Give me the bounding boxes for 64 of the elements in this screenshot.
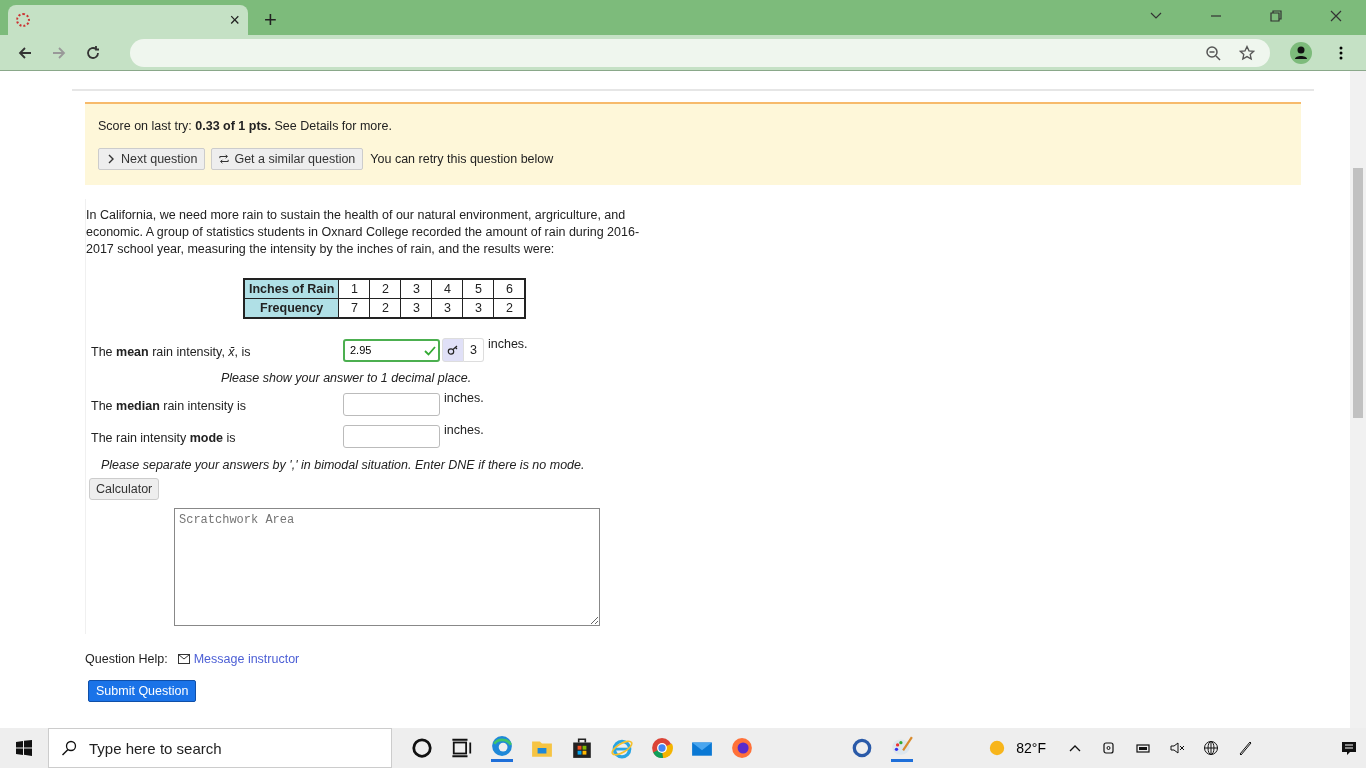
- table-cell: 4: [431, 279, 463, 299]
- site-icon: [16, 13, 30, 27]
- back-icon[interactable]: [17, 44, 33, 61]
- notification-icon[interactable]: [1341, 740, 1357, 756]
- similar-question-button[interactable]: Get a similar question: [211, 148, 364, 170]
- calculator-button[interactable]: Calculator: [89, 478, 160, 500]
- answer-label: The rain intensity mode is: [91, 430, 237, 445]
- help-label: Question Help:: [85, 652, 168, 666]
- scrollbar[interactable]: [1350, 71, 1366, 728]
- store-icon[interactable]: [571, 737, 593, 759]
- paint-palette-icon[interactable]: [891, 734, 913, 762]
- table-header-cell: Frequency: [244, 298, 339, 318]
- search-icon: [61, 740, 77, 756]
- instruction-text: Please separate your answers by ',' in bimodal situation. Enter DNE if there is no mode.: [100, 457, 586, 474]
- browser-tab[interactable]: ×: [8, 5, 248, 35]
- edge-icon[interactable]: [491, 734, 513, 762]
- hint-text: Please show your answer to 1 decimal place.: [220, 370, 473, 387]
- table-header-cell: Inches of Rain: [244, 279, 339, 299]
- close-icon[interactable]: [1329, 9, 1343, 23]
- new-tab-button[interactable]: +: [264, 9, 277, 31]
- firefox-icon[interactable]: [731, 737, 753, 759]
- answer-label: The median rain intensity is: [91, 398, 247, 413]
- answer-key: 3: [464, 338, 484, 362]
- table-cell: 1: [338, 279, 370, 299]
- zoom-out-icon[interactable]: [1205, 44, 1221, 61]
- next-question-button[interactable]: Next question: [98, 148, 206, 170]
- star-icon[interactable]: [1239, 44, 1255, 61]
- table-cell: 2: [369, 279, 401, 299]
- mail-icon: [177, 654, 190, 664]
- task-view-icon[interactable]: [451, 737, 473, 759]
- taskbar-search-field[interactable]: Type here to search: [48, 728, 392, 768]
- table-cell: 3: [400, 279, 432, 299]
- pen-icon[interactable]: [1237, 740, 1253, 756]
- camera-icon[interactable]: [1101, 740, 1117, 756]
- retry-note: You can retry this question below: [370, 152, 554, 166]
- reload-icon[interactable]: [85, 44, 101, 61]
- key-icon[interactable]: [442, 338, 464, 362]
- answer-field[interactable]: [343, 392, 440, 416]
- restore-icon[interactable]: [1269, 9, 1283, 23]
- scratchwork-field[interactable]: Scratchwork Area: [174, 508, 600, 626]
- message-instructor-link[interactable]: Message instructor: [177, 652, 300, 666]
- score-text: Score on last try: 0.33 of 1 pts. See Details for more.: [98, 119, 393, 133]
- submit-button[interactable]: Submit Question: [88, 680, 197, 702]
- answer-field[interactable]: [343, 424, 440, 448]
- sync-icon[interactable]: [851, 737, 873, 759]
- chevron-right-icon: [106, 154, 116, 164]
- answer-label: The mean rain intensity, x̄, is: [91, 344, 252, 359]
- temperature-text[interactable]: 82°F: [1016, 740, 1046, 756]
- globe-icon[interactable]: [1203, 740, 1219, 756]
- question-text: In California, we need more rain to sustain the health of our natural environment, argriculture, and economic. A group of statistics students in Oxnard College recorded the amount of rain during 2016-2017 school year, measuring the intensity by the inches of rain, and the results were:: [86, 207, 641, 258]
- chrome-icon[interactable]: [651, 737, 673, 759]
- unit-label: inches.: [487, 337, 528, 351]
- repeat-icon: [219, 154, 230, 164]
- windows-start-icon[interactable]: [16, 740, 32, 756]
- unit-label: inches.: [444, 391, 484, 405]
- answer-field[interactable]: 2.95: [343, 338, 440, 362]
- speaker-muted-icon[interactable]: [1169, 740, 1185, 756]
- table-cell: 5: [462, 279, 494, 299]
- checkmark-icon: [424, 345, 436, 356]
- unit-label: inches.: [444, 423, 484, 437]
- scrollbar-thumb[interactable]: [1353, 168, 1363, 418]
- profile-avatar-icon[interactable]: [1290, 41, 1312, 64]
- close-tab-button[interactable]: ×: [229, 11, 240, 29]
- cortana-icon[interactable]: [411, 737, 433, 759]
